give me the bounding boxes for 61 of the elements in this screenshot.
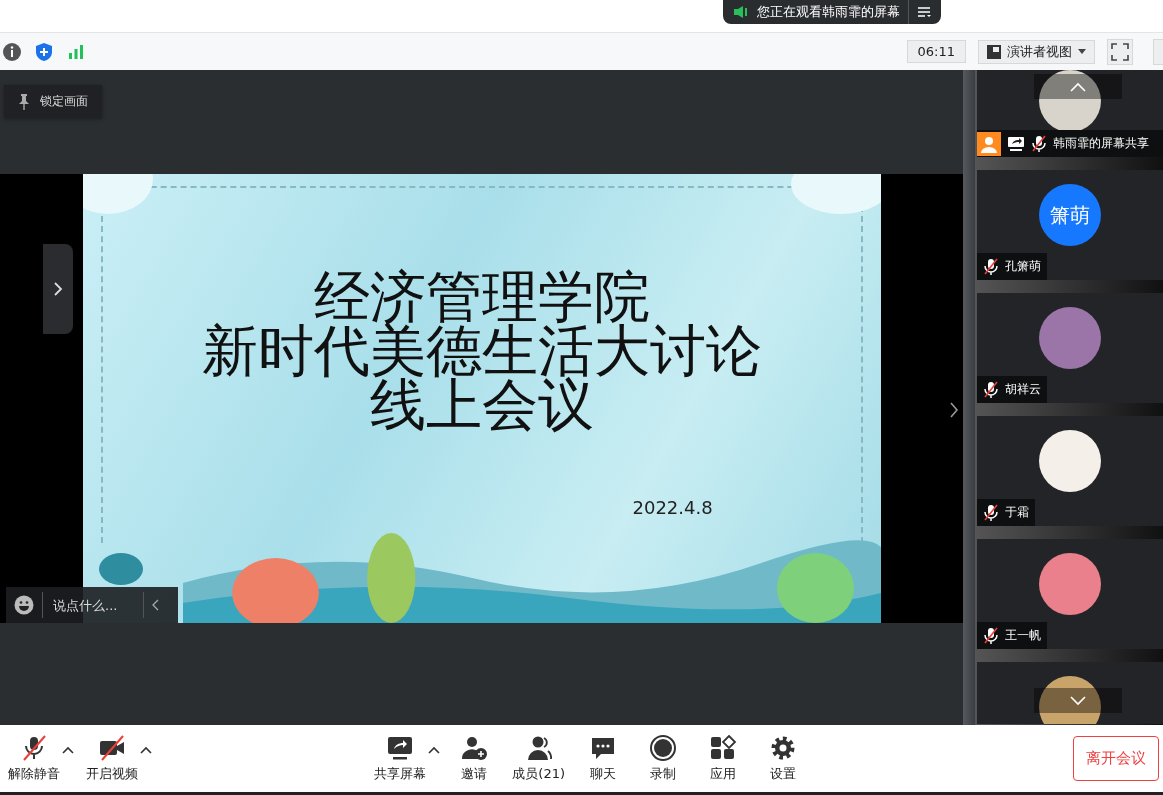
caret-icon[interactable] [140,745,152,754]
record-icon [649,734,677,761]
collapse-icon[interactable] [152,599,160,611]
leaf-drawing [98,553,143,585]
slide-title: 线上会议 [369,378,594,432]
menu-icon[interactable] [917,6,931,18]
splitter-handle[interactable] [963,70,975,725]
chevron-right-icon [53,282,63,296]
sidebar-toggle-button[interactable] [1153,38,1163,65]
video-icon [98,734,126,761]
mic-icon [20,734,48,761]
scroll-down-button[interactable] [1034,688,1122,713]
apps-button[interactable]: 应用 [693,734,753,783]
caret-icon[interactable] [62,745,74,754]
settings-icon [769,734,797,761]
lock-view-button[interactable]: 锁定画面 [4,85,102,118]
participant-tile[interactable]: 胡祥云 [977,293,1163,403]
slide-date: 2022.4.8 [632,497,713,518]
participant-tile[interactable]: 王一帆 [977,539,1163,649]
meeting-timer: 06:11 [906,40,966,63]
chat-input-field[interactable]: 说点什么... [51,596,135,614]
mic-button[interactable]: 解除静音 [0,734,68,783]
chevron-right-icon[interactable] [949,402,959,418]
settings-button[interactable]: 设置 [753,734,813,783]
caret-icon [1078,49,1086,54]
initials-avatar: 箫萌 [1039,184,1101,246]
participant-name: 孔箫萌 [1005,258,1041,275]
speaker-icon [733,5,749,19]
fullscreen-icon [1111,42,1129,61]
chevron-up-icon [1070,81,1086,92]
participant-name: 王一帆 [1005,627,1041,644]
participant-name: 于霜 [1005,504,1029,521]
banner-text: 您正在观看韩雨霏的屏幕 [757,3,900,21]
members-button[interactable]: 成员(21) [504,734,573,783]
invite-button[interactable]: 邀请 [444,734,505,783]
participant-name: 胡祥云 [1005,381,1041,398]
chevron-down-icon [1070,695,1086,706]
caret-icon[interactable] [428,745,441,754]
scroll-up-button[interactable] [1034,74,1122,99]
shield-icon[interactable] [34,41,54,62]
invite-icon [460,734,489,761]
layout-icon [987,44,1001,59]
view-mode-dropdown[interactable]: 演讲者视图 [978,39,1095,64]
share-icon [386,734,415,761]
info-icon[interactable] [2,41,22,62]
slide-title: 新时代美德生活大讨论 [201,324,762,378]
participant-tile[interactable] [977,662,1163,724]
participant-name: 韩雨霏的屏幕共享 [1053,135,1149,152]
participant-tile[interactable]: 箫萌 孔箫萌 [977,170,1163,280]
smiley-icon [14,595,34,615]
chat-button[interactable]: 聊天 [573,734,633,783]
participant-tile[interactable]: 韩雨霏的屏幕共享 [977,70,1163,157]
share-button[interactable]: 共享屏幕 [366,734,435,783]
leave-meeting-button[interactable]: 离开会议 [1073,736,1159,781]
apps-icon [709,734,737,761]
video-button[interactable]: 开启视频 [78,734,146,783]
participant-tile[interactable]: 于霜 [977,416,1163,526]
pin-icon [18,93,30,110]
slide-title: 经济管理学院 [313,270,650,324]
fullscreen-button[interactable] [1107,38,1133,65]
record-button[interactable]: 录制 [633,734,693,783]
